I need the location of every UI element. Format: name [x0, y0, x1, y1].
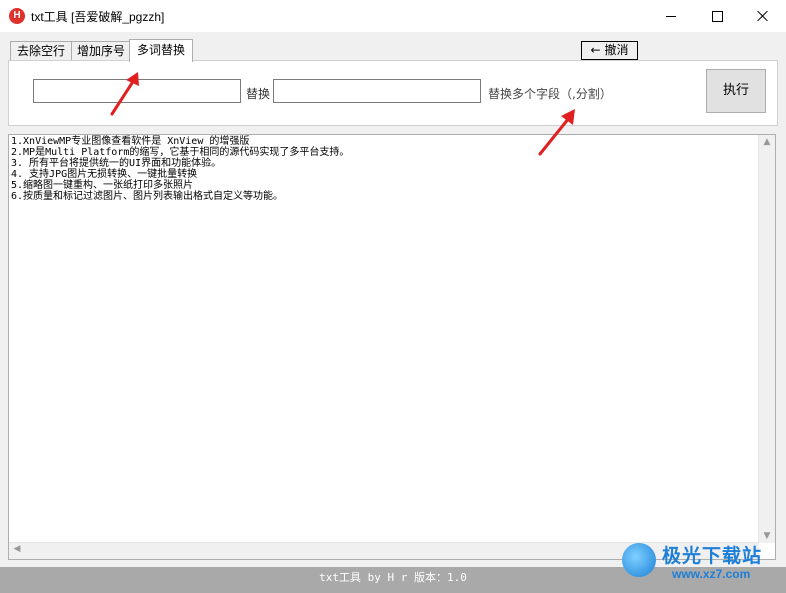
scroll-up-icon[interactable]: ▲: [759, 137, 775, 147]
text-line: 1.XnViewMP专业图像查看软件是 XnView 的增强版: [11, 136, 250, 147]
close-icon: [757, 10, 769, 22]
scroll-left-icon[interactable]: ◀: [9, 544, 25, 554]
watermark-title: 极光下载站: [662, 545, 763, 567]
undo-label: 撤消: [604, 43, 629, 57]
watermark: 极光下载站 www.xz7.com: [622, 541, 782, 591]
tab-add-line-numbers[interactable]: 增加序号: [71, 41, 131, 61]
text-line: 2.MP是Multi Platform的缩写，它基于相同的源代码实现了多平台支持…: [11, 147, 350, 158]
red-arrow-annotation-2: [538, 109, 575, 156]
left-arrow-icon: ←: [590, 43, 601, 57]
maximize-icon: [711, 10, 723, 22]
close-button[interactable]: [740, 0, 786, 32]
undo-button[interactable]: ← 撤消: [581, 41, 638, 60]
watermark-url: www.xz7.com: [672, 567, 751, 581]
title-bar: H txt工具 [吾爱破解_pgzzh]: [0, 0, 786, 32]
tab-remove-blank-lines[interactable]: 去除空行: [10, 41, 72, 61]
text-editor[interactable]: 1.XnViewMP专业图像查看软件是 XnView 的增强版 2.MP是Mul…: [8, 134, 776, 560]
text-line: 6.按质量和标记过滤图片、图片列表输出格式自定义等功能。: [11, 191, 284, 202]
window-title: txt工具 [吾爱破解_pgzzh]: [31, 10, 165, 24]
red-arrow-annotation-1: [110, 72, 139, 116]
text-line: 3. 所有平台将提供统一的UI界面和功能体验。: [11, 158, 222, 169]
maximize-button[interactable]: [694, 0, 740, 32]
scroll-down-icon[interactable]: ▼: [759, 531, 775, 541]
text-content: 1.XnViewMP专业图像查看软件是 XnView 的增强版 2.MP是Mul…: [11, 136, 349, 202]
watermark-logo-icon: [622, 543, 656, 577]
execute-button[interactable]: 执行: [706, 69, 766, 113]
tab-multi-word-replace[interactable]: 多词替换: [129, 39, 193, 62]
replace-input[interactable]: [273, 79, 481, 103]
minimize-button[interactable]: [648, 0, 694, 32]
minimize-icon: [666, 15, 676, 17]
app-logo-icon: H: [9, 8, 25, 24]
text-line: 5.缩略图一键重构、一张纸打印多张照片: [11, 180, 194, 191]
replace-label: 替换: [246, 87, 271, 101]
vertical-scrollbar[interactable]: ▲ ▼: [758, 135, 775, 543]
hint-label: 替换多个字段（,分割）: [488, 87, 612, 101]
text-line: 4. 支持JPG图片无损转换、一键批量转换: [11, 169, 198, 180]
